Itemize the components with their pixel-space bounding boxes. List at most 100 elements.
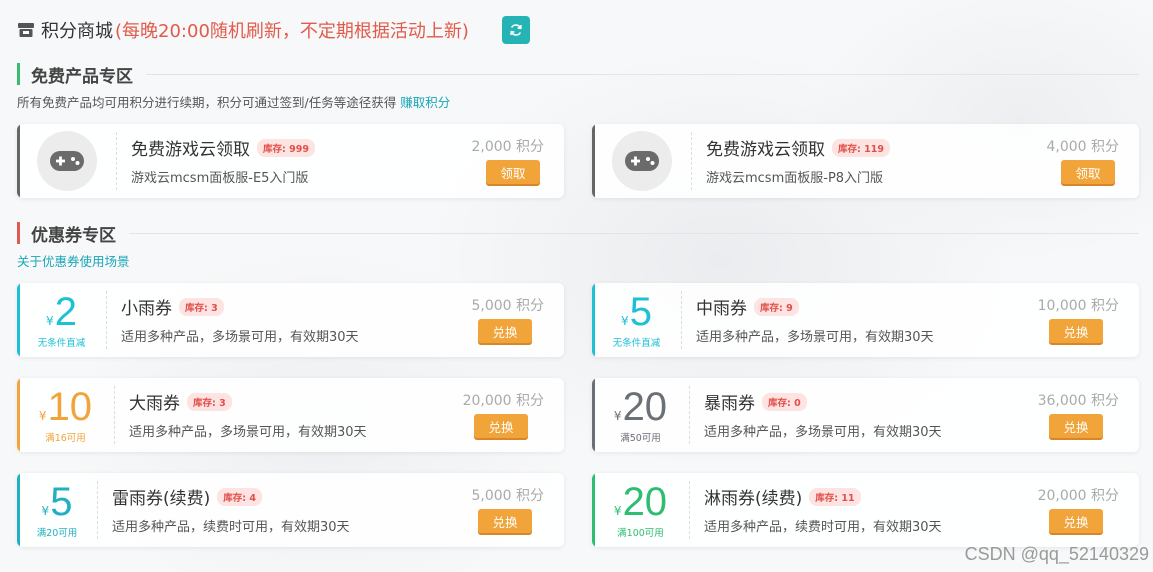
coupon-amount: 20 (622, 480, 668, 524)
coupon-amount-row: ¥ 5 (621, 291, 652, 333)
stock-badge: 库存: 0 (762, 392, 807, 411)
coupon-amount-row: ¥ 5 (42, 481, 73, 523)
coupon-desc: 适用多种产品，多场景可用，有效期30天 (129, 425, 367, 440)
currency-symbol: ¥ (613, 504, 622, 518)
product-icon-area (592, 124, 691, 198)
stock-badge: 库存: 3 (187, 392, 232, 411)
csdn-watermark: CSDN @qq_52140329 (964, 544, 1149, 564)
coupon-value-area: ¥ 5 无条件直减 (592, 283, 681, 357)
points-price: 10,000 积分 (1037, 298, 1119, 314)
card-divider (689, 481, 690, 539)
section-divider (129, 233, 1139, 234)
coupon-amount-row: ¥ 2 (46, 291, 77, 333)
coupon-desc: 适用多种产品，多场景可用，有效期30天 (704, 425, 942, 440)
stock-badge: 库存: 999 (257, 138, 315, 157)
claim-button[interactable]: 领取 (1061, 160, 1115, 184)
coupon-amount: 5 (629, 290, 652, 334)
redeem-button[interactable]: 兑换 (1049, 509, 1103, 533)
coupon-card: ¥ 20 满100可用 淋雨券(续费) 库存: 11 适用多种产品，续费时可用，… (592, 473, 1139, 547)
coupon-desc: 适用多种产品，多场景可用，有效期30天 (121, 330, 359, 345)
redeem-button[interactable]: 兑换 (1049, 414, 1103, 438)
stock-badge: 库存: 119 (832, 138, 890, 157)
product-info: 免费游戏云领取 库存: 119 游戏云mcsm面板服-P8入门版 (706, 135, 890, 186)
store-icon (18, 23, 34, 37)
coupon-title-row: 小雨券 库存: 3 (121, 294, 359, 319)
points-price: 36,000 积分 (1037, 393, 1119, 409)
coupon-condition: 无条件直减 (612, 338, 661, 349)
product-title: 免费游戏云领取 (706, 140, 825, 160)
coupon-title: 小雨券 (121, 299, 172, 319)
refresh-button[interactable] (502, 16, 530, 44)
page-header: 积分商城 (每晚20:00随机刷新，不定期根据活动上新) (17, 15, 469, 45)
card-divider (97, 481, 98, 539)
earn-points-link[interactable]: 赚取积分 (400, 95, 450, 110)
coupon-title-row: 淋雨券(续费) 库存: 11 (704, 484, 942, 509)
coupon-usage-link[interactable]: 关于优惠券使用场景 (17, 254, 130, 269)
coupon-title-row: 暴雨券 库存: 0 (704, 389, 942, 414)
card-divider (689, 386, 690, 444)
coupon-condition: 满100可用 (617, 528, 664, 539)
redeem-button[interactable]: 兑换 (478, 509, 532, 533)
points-price: 5,000 积分 (471, 488, 544, 504)
redeem-button[interactable]: 兑换 (1049, 319, 1103, 343)
coupon-info: 大雨券 库存: 3 适用多种产品，多场景可用，有效期30天 (129, 389, 367, 440)
coupon-section-accent (17, 222, 20, 244)
redeem-button[interactable]: 兑换 (478, 319, 532, 343)
coupon-title: 暴雨券 (704, 394, 755, 414)
product-title: 免费游戏云领取 (131, 140, 250, 160)
gamepad-icon (624, 151, 659, 171)
coupon-title-row: 雷雨券(续费) 库存: 4 (112, 484, 350, 509)
coupon-title: 淋雨券(续费) (704, 489, 803, 509)
points-price: 4,000 积分 (1046, 139, 1119, 155)
coupon-amount-row: ¥ 10 (39, 386, 92, 428)
free-product-card: 免费游戏云领取 库存: 119 游戏云mcsm面板服-P8入门版 4,000 积… (592, 124, 1139, 198)
gamepad-icon (49, 151, 84, 171)
section-divider (146, 74, 1139, 75)
currency-symbol: ¥ (38, 409, 47, 423)
coupon-title: 中雨券 (696, 299, 747, 319)
coupon-value-area: ¥ 5 满20可用 (17, 473, 97, 547)
stock-badge: 库存: 3 (179, 297, 224, 316)
free-product-card: 免费游戏云领取 库存: 999 游戏云mcsm面板服-E5入门版 2,000 积… (17, 124, 564, 198)
product-title-row: 免费游戏云领取 库存: 119 (706, 135, 890, 160)
coupon-card: ¥ 2 无条件直减 小雨券 库存: 3 适用多种产品，多场景可用，有效期30天 … (17, 283, 564, 357)
coupon-section-title: 优惠券专区 (17, 222, 116, 246)
product-icon-area (17, 124, 116, 198)
stock-badge: 库存: 11 (809, 487, 861, 506)
free-section-title-text: 免费产品专区 (31, 66, 133, 87)
coupon-info: 雷雨券(续费) 库存: 4 适用多种产品，续费时可用，有效期30天 (112, 484, 350, 535)
coupon-info: 暴雨券 库存: 0 适用多种产品，多场景可用，有效期30天 (704, 389, 942, 440)
coupon-amount: 20 (622, 385, 668, 429)
product-info: 免费游戏云领取 库存: 999 游戏云mcsm面板服-E5入门版 (131, 135, 315, 186)
free-section-accent (17, 63, 20, 85)
coupon-info: 中雨券 库存: 9 适用多种产品，多场景可用，有效期30天 (696, 294, 934, 345)
currency-symbol: ¥ (41, 504, 50, 518)
points-price: 20,000 积分 (462, 393, 544, 409)
points-price: 2,000 积分 (471, 139, 544, 155)
refresh-icon (510, 24, 522, 36)
coupon-desc: 适用多种产品，多场景可用，有效期30天 (696, 330, 934, 345)
coupon-title-row: 大雨券 库存: 3 (129, 389, 367, 414)
product-desc: 游戏云mcsm面板服-E5入门版 (131, 171, 309, 186)
refresh-note: (每晚20:00随机刷新，不定期根据活动上新) (115, 21, 469, 42)
coupon-desc: 适用多种产品，续费时可用，有效期30天 (112, 520, 350, 535)
product-title-row: 免费游戏云领取 库存: 999 (131, 135, 315, 160)
redeem-button[interactable]: 兑换 (474, 414, 528, 438)
coupon-title: 大雨券 (129, 394, 180, 414)
coupon-info: 淋雨券(续费) 库存: 11 适用多种产品，续费时可用，有效期30天 (704, 484, 942, 535)
coupon-card: ¥ 20 满50可用 暴雨券 库存: 0 适用多种产品，多场景可用，有效期30天… (592, 378, 1139, 452)
points-mall-page: 积分商城 (每晚20:00随机刷新，不定期根据活动上新) 免费产品专区 所有免费… (0, 0, 1153, 572)
coupon-card: ¥ 5 满20可用 雷雨券(续费) 库存: 4 适用多种产品，续费时可用，有效期… (17, 473, 564, 547)
points-price: 20,000 积分 (1037, 488, 1119, 504)
coupon-title: 雷雨券(续费) (112, 489, 211, 509)
gamepad-icon-wrap (36, 131, 97, 191)
coupon-condition: 满16可用 (45, 433, 86, 444)
coupon-condition: 满20可用 (36, 528, 78, 539)
coupon-amount-row: ¥ 20 (614, 386, 667, 428)
coupon-condition: 满50可用 (620, 433, 661, 444)
coupon-card: ¥ 10 满16可用 大雨券 库存: 3 适用多种产品，多场景可用，有效期30天… (17, 378, 564, 452)
coupon-section-title-text: 优惠券专区 (31, 225, 116, 246)
coupon-desc: 适用多种产品，续费时可用，有效期30天 (704, 520, 942, 535)
claim-button[interactable]: 领取 (486, 160, 540, 184)
coupon-amount: 10 (47, 385, 93, 429)
